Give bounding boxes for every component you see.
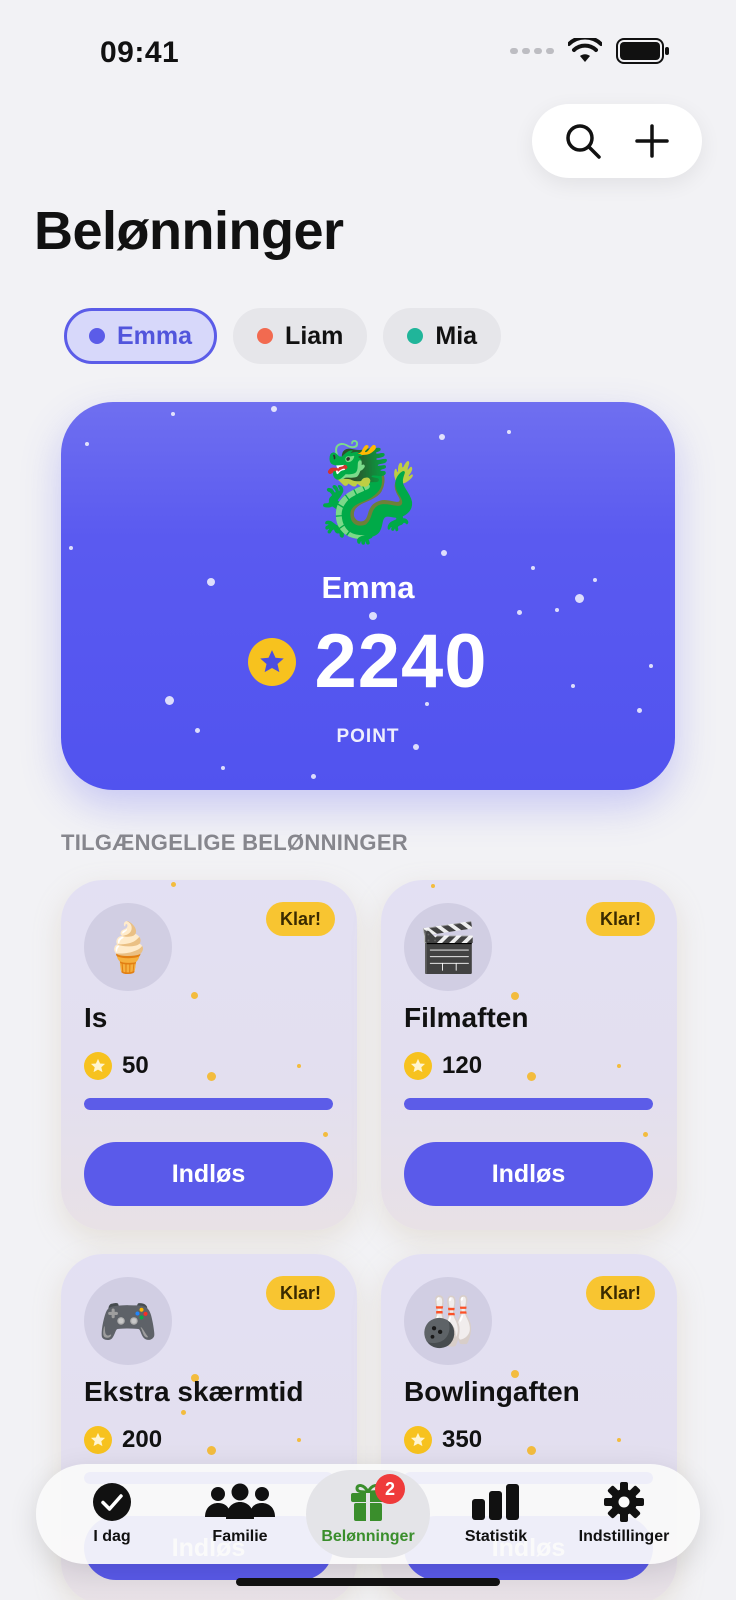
person-chip-label: Liam [285, 321, 344, 350]
person-color-dot [89, 328, 105, 344]
reward-cost: 200 [84, 1426, 162, 1454]
tab-today[interactable]: I dag [50, 1470, 174, 1558]
person-chip-label: Mia [435, 321, 478, 350]
ready-badge: Klar! [265, 902, 335, 936]
plus-icon [634, 124, 669, 158]
bar-chart-icon [472, 1484, 519, 1520]
points-summary-card: 🐉 Emma 2240 POINT [61, 402, 675, 790]
points-value: 2240 [314, 619, 488, 704]
person-chip-emma[interactable]: Emma [64, 308, 218, 364]
reward-progress-bar [404, 1098, 653, 1110]
bowling-icon: 🎳 [404, 1277, 492, 1365]
person-chip-label: Emma [117, 321, 193, 350]
person-chip-mia[interactable]: Mia [383, 308, 502, 364]
reward-cost-value: 50 [122, 1052, 149, 1079]
checkmark-circle-icon [93, 1483, 131, 1521]
reward-progress-fill [84, 1098, 333, 1110]
redeem-button[interactable]: Indløs [84, 1142, 333, 1206]
star-coin-icon [84, 1052, 112, 1080]
reward-cost: 50 [84, 1052, 149, 1080]
battery-icon [616, 38, 669, 64]
tab-bar: I dag Familie 2 Belønninger Statistik In… [36, 1464, 700, 1564]
reward-cost: 350 [404, 1426, 482, 1454]
person-color-dot [257, 328, 274, 344]
notification-badge: 2 [375, 1474, 405, 1504]
tab-rewards[interactable]: 2 Belønninger [306, 1470, 430, 1558]
reward-card: 🍦 Klar! Is 50 Indløs [61, 880, 357, 1230]
reward-cost-value: 120 [442, 1052, 483, 1079]
clapperboard-icon: 🎬 [404, 903, 492, 991]
tab-label: Statistik [464, 1528, 528, 1545]
hero-person-name: Emma [321, 570, 415, 605]
points-unit-label: POINT [336, 726, 400, 747]
star-coin-icon [248, 638, 297, 686]
section-heading: TILGÆNGELIGE BELØNNINGER [61, 830, 408, 855]
status-bar: 09:41 [0, 0, 736, 100]
ready-badge: Klar! [585, 902, 655, 936]
home-indicator[interactable] [236, 1578, 500, 1586]
status-icons [510, 38, 670, 64]
star-coin-icon [404, 1426, 432, 1454]
tab-family[interactable]: Familie [178, 1470, 302, 1558]
star-coin-icon [404, 1052, 432, 1080]
ice-cream-icon: 🍦 [84, 903, 172, 991]
add-button[interactable] [624, 113, 680, 169]
ready-badge: Klar! [265, 1276, 335, 1310]
person-color-dot [407, 328, 424, 344]
cellular-signal-icon [510, 48, 554, 54]
person-selector: Emma Liam Mia [64, 308, 502, 364]
tab-label: Familie [212, 1528, 268, 1545]
ready-badge: Klar! [585, 1276, 655, 1310]
people-icon [205, 1483, 275, 1519]
reward-cost: 120 [404, 1052, 482, 1080]
reward-title: Filmaften [404, 1002, 529, 1033]
game-controller-icon: 🎮 [84, 1277, 172, 1365]
reward-card: 🎬 Klar! Filmaften 120 Indløs [381, 880, 677, 1230]
reward-progress-fill [404, 1098, 653, 1110]
search-icon [565, 124, 601, 159]
wifi-icon [568, 38, 602, 62]
points-total: 2240 [61, 622, 675, 702]
reward-title: Ekstra skærmtid [84, 1376, 304, 1407]
top-actions [532, 104, 702, 178]
tab-label: Belønninger [321, 1528, 415, 1545]
search-button[interactable] [555, 113, 611, 169]
reward-title: Bowlingaften [404, 1376, 580, 1407]
page-title: Belønninger [34, 201, 344, 261]
tab-label: Indstillinger [578, 1528, 670, 1545]
person-chip-liam[interactable]: Liam [233, 308, 368, 364]
reward-progress-bar [84, 1098, 333, 1110]
tab-settings[interactable]: Indstillinger [562, 1470, 686, 1558]
gear-icon [604, 1482, 644, 1522]
status-time: 09:41 [100, 36, 180, 69]
star-coin-icon [84, 1426, 112, 1454]
tab-label: I dag [93, 1528, 131, 1545]
tab-statistics[interactable]: Statistik [434, 1470, 558, 1558]
reward-cost-value: 200 [122, 1426, 163, 1453]
profile-avatar-dragon-icon: 🐉 [308, 439, 428, 546]
reward-cost-value: 350 [442, 1426, 483, 1453]
redeem-button[interactable]: Indløs [404, 1142, 653, 1206]
reward-title: Is [84, 1002, 108, 1033]
